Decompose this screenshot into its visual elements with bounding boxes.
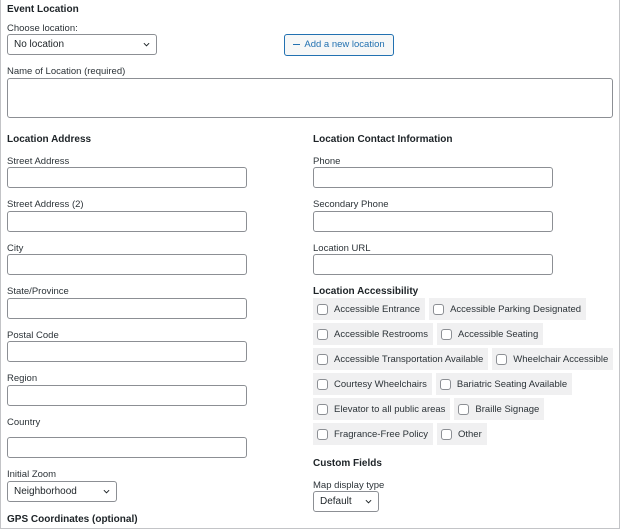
state-label: State/Province	[7, 286, 69, 297]
map-display-select[interactable]: Default	[313, 491, 379, 512]
location-select-value: No location	[14, 39, 65, 50]
map-display-label: Map display type	[313, 480, 385, 491]
option-label: Wheelchair Accessible	[513, 353, 609, 365]
accessibility-option[interactable]: Braille Signage	[454, 398, 545, 420]
option-label: Accessible Seating	[457, 328, 539, 340]
accessibility-option[interactable]: Accessible Transportation Available	[313, 348, 489, 370]
accessibility-option[interactable]: Accessible Seating	[436, 323, 544, 345]
accessibility-option[interactable]: Elevator to all public areas	[313, 398, 451, 420]
checkbox[interactable]	[439, 378, 451, 390]
map-display-value: Default	[320, 496, 352, 507]
accessibility-row: Fragrance-Free Policy Other	[313, 423, 487, 445]
street-address-label: Street Address	[7, 156, 70, 167]
add-new-location-label: Add a new location	[304, 39, 385, 50]
initial-zoom-label: Initial Zoom	[7, 469, 57, 480]
chevron-down-icon	[103, 489, 110, 494]
checkbox[interactable]	[317, 428, 328, 440]
option-label: Elevator to all public areas	[334, 403, 446, 415]
minus-icon	[293, 43, 301, 46]
accessibility-option[interactable]: Accessible Restrooms	[313, 323, 433, 345]
contact-section-title: Location Contact Information	[313, 134, 453, 145]
initial-zoom-value: Neighborhood	[14, 486, 77, 497]
option-label: Bariatric Seating Available	[456, 378, 568, 390]
panel-title: Event Location	[7, 4, 79, 15]
accessibility-option[interactable]: Other	[436, 423, 487, 445]
custom-fields-title: Custom Fields	[313, 458, 382, 469]
country-input[interactable]	[7, 437, 247, 458]
street-address-2-label: Street Address (2)	[7, 199, 84, 210]
postal-code-input[interactable]	[7, 341, 247, 362]
option-label: Accessible Transportation Available	[334, 353, 484, 365]
checkbox[interactable]	[317, 403, 328, 415]
postal-code-label: Postal Code	[7, 330, 59, 341]
accessibility-option[interactable]: Accessible Entrance	[313, 298, 426, 320]
accessibility-row: Courtesy Wheelchairs Bariatric Seating A…	[313, 373, 573, 395]
accessibility-row: Accessible Transportation Available Whee…	[313, 348, 614, 370]
street-address-2-input[interactable]	[7, 211, 247, 232]
checkbox[interactable]	[440, 328, 452, 340]
location-select[interactable]: No location	[7, 34, 157, 55]
state-input[interactable]	[7, 298, 247, 319]
accessibility-option[interactable]: Fragrance-Free Policy	[313, 423, 433, 445]
option-label: Braille Signage	[475, 403, 540, 415]
phone-label: Phone	[313, 156, 341, 167]
add-new-location-button[interactable]: Add a new location	[284, 34, 394, 56]
checkbox[interactable]	[440, 428, 452, 440]
accessibility-section-title: Location Accessibility	[313, 286, 419, 297]
checkbox[interactable]	[458, 403, 470, 415]
option-label: Accessible Parking Designated	[450, 303, 582, 315]
location-name-input[interactable]	[7, 78, 613, 118]
option-label: Fragrance-Free Policy	[334, 428, 428, 440]
accessibility-row: Accessible Restrooms Accessible Seating	[313, 323, 544, 345]
option-label: Accessible Entrance	[334, 303, 421, 315]
accessibility-option[interactable]: Wheelchair Accessible	[492, 348, 614, 370]
accessibility-row: Accessible Entrance Accessible Parking D…	[313, 298, 587, 320]
location-name-label: Name of Location (required)	[7, 66, 126, 77]
address-section-title: Location Address	[7, 134, 92, 145]
accessibility-option[interactable]: Bariatric Seating Available	[435, 373, 573, 395]
location-url-label: Location URL	[313, 243, 371, 254]
location-url-input[interactable]	[313, 254, 553, 275]
choose-location-label: Choose location:	[7, 23, 78, 34]
region-label: Region	[7, 373, 38, 384]
street-address-input[interactable]	[7, 167, 247, 188]
chevron-down-icon	[365, 499, 372, 504]
city-input[interactable]	[7, 254, 247, 275]
option-label: Other	[457, 428, 482, 440]
chevron-down-icon	[143, 42, 150, 47]
option-label: Accessible Restrooms	[334, 328, 428, 340]
accessibility-option[interactable]: Accessible Parking Designated	[429, 298, 587, 320]
accessibility-row: Elevator to all public areas Braille Sig…	[313, 398, 545, 420]
secondary-phone-input[interactable]	[313, 211, 553, 232]
region-input[interactable]	[7, 385, 247, 406]
checkbox[interactable]	[317, 353, 328, 365]
city-label: City	[7, 243, 24, 254]
country-label: Country	[7, 417, 41, 428]
checkbox[interactable]	[317, 328, 328, 340]
checkbox[interactable]	[433, 303, 445, 315]
secondary-phone-label: Secondary Phone	[313, 199, 389, 210]
checkbox[interactable]	[317, 378, 328, 390]
initial-zoom-select[interactable]: Neighborhood	[7, 481, 117, 502]
accessibility-option[interactable]: Courtesy Wheelchairs	[313, 373, 432, 395]
checkbox[interactable]	[317, 303, 328, 315]
gps-section-title: GPS Coordinates (optional)	[7, 514, 138, 525]
option-label: Courtesy Wheelchairs	[334, 378, 427, 390]
checkbox[interactable]	[496, 353, 508, 365]
phone-input[interactable]	[313, 167, 553, 188]
